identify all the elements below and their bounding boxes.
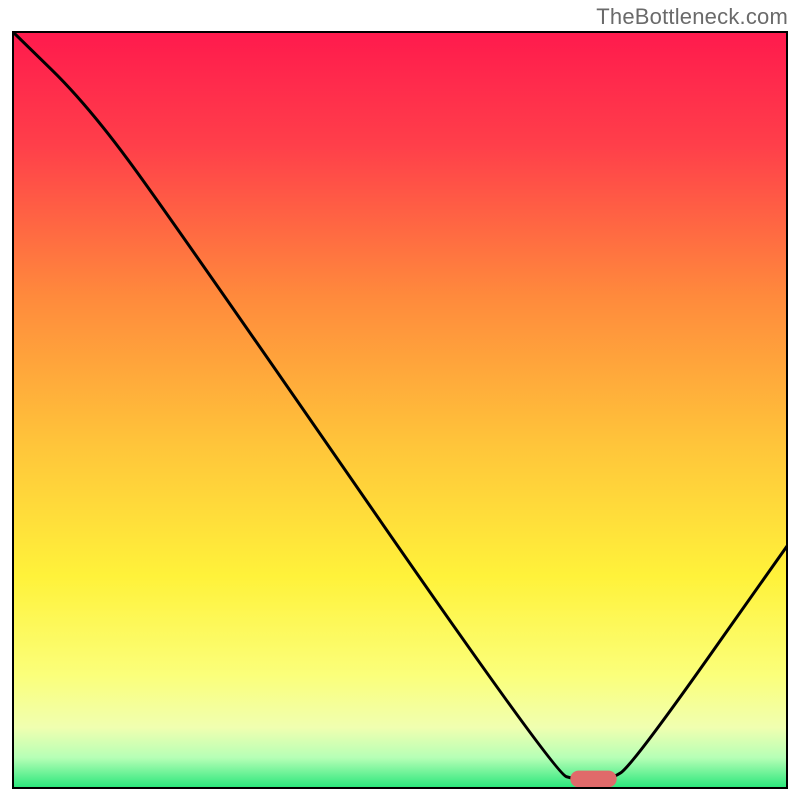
optimum-marker — [570, 771, 616, 788]
bottleneck-chart — [0, 0, 800, 800]
watermark-text: TheBottleneck.com — [596, 4, 788, 30]
chart-container: TheBottleneck.com — [0, 0, 800, 800]
gradient-background — [13, 32, 787, 788]
